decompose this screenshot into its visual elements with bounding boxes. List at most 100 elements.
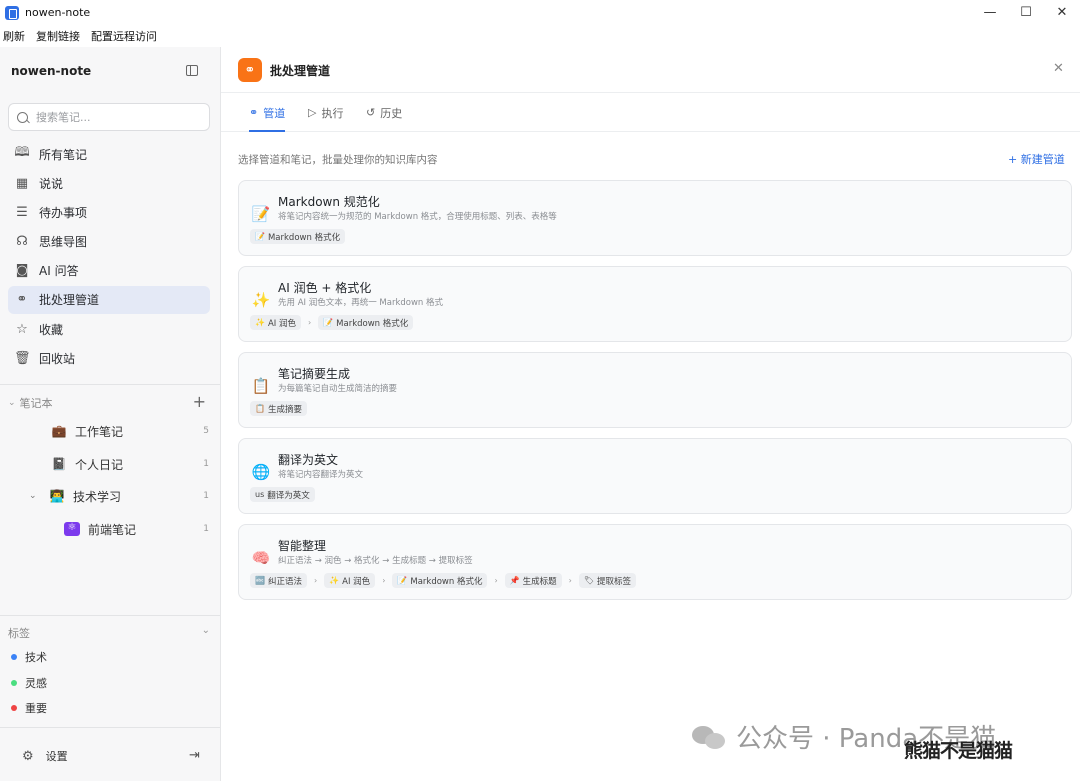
tag-label: 灵感 [25, 677, 47, 690]
tags-header-label: 标签 [8, 627, 30, 640]
settings-button[interactable]: ⚙ 设置 [22, 748, 68, 764]
tag-color-dot [11, 705, 17, 711]
sparkles-icon: ✨ [255, 318, 265, 327]
sidebar-item-label: 所有笔记 [39, 147, 88, 162]
gear-icon: ⚙ [22, 748, 34, 764]
notebooks-header[interactable]: ⌄ 笔记本 + [8, 392, 212, 412]
tags-header[interactable]: 标签 ⌄ [8, 625, 212, 641]
bot-icon: ◙ [15, 263, 29, 279]
menu-copy-link[interactable]: 复制链接 [36, 28, 80, 44]
sidebar-item-label: AI 问答 [39, 264, 79, 279]
tag-item-tech[interactable]: 技术 [11, 649, 47, 665]
pipeline-icon: ⚭ [249, 106, 259, 119]
chevron-right-icon: › [382, 576, 386, 585]
step-chip: ✨ AI 润色 [250, 315, 301, 330]
sidebar-item-favorites[interactable]: ☆ 收藏 [8, 315, 210, 343]
tab-label: 管道 [263, 106, 286, 120]
sidebar-item-all-notes[interactable]: 🕮 所有笔记 [8, 140, 210, 168]
close-icon[interactable]: ✕ [1053, 61, 1064, 76]
chevron-down-icon: ⌄ [8, 398, 16, 408]
notebook-count: 1 [203, 524, 209, 534]
title-bar: nowen-note — ☐ ✕ [0, 0, 1080, 25]
sidebar-item-mindmap[interactable]: ☊ 思维导图 [8, 228, 210, 256]
notebook-item-diary[interactable]: 📓 个人日记 1 [0, 451, 220, 477]
notebook-label: 前端笔记 [88, 522, 137, 537]
step-chip: 📋 生成摘要 [250, 401, 307, 416]
tag-item-inspiration[interactable]: 灵感 [11, 675, 47, 691]
tag-item-important[interactable]: 重要 [11, 700, 47, 716]
tag-label: 技术 [25, 651, 47, 664]
panel-header: ⚭ 批处理管道 ✕ [221, 47, 1080, 93]
step-label: AI 润色 [342, 576, 371, 587]
pipeline-card-smart-organize[interactable]: 🧠 智能整理 纠正语法 → 润色 → 格式化 → 生成标题 → 提取标签 🔤 纠正… [238, 524, 1072, 600]
minimize-button[interactable]: — [972, 0, 1008, 25]
sidebar-item-moments[interactable]: ▦ 说说 [8, 169, 210, 197]
pipeline-title: 智能整理 [278, 539, 327, 553]
tab-pipelines[interactable]: ⚭ 管道 [249, 94, 286, 132]
chevron-right-icon: › [494, 576, 498, 585]
pipeline-icon: ⚭ [238, 58, 262, 82]
tag-color-dot [11, 654, 17, 660]
sidebar-item-label: 批处理管道 [39, 293, 100, 308]
sidebar-item-label: 待办事项 [39, 205, 88, 220]
notebook-item-tech[interactable]: ⌄ 👨‍💻 技术学习 1 [0, 483, 220, 509]
notebook-item-frontend[interactable]: ⚛ 前端笔记 1 [0, 516, 220, 542]
chevron-down-icon[interactable]: ⌄ [29, 491, 37, 501]
pipeline-steps: ✨ AI 润色 › 📝 Markdown 格式化 [250, 315, 414, 330]
react-icon: ⚛ [64, 522, 80, 536]
notebook-count: 1 [203, 459, 209, 469]
logout-icon[interactable]: ⇥ [189, 748, 200, 763]
memo-icon: 📝 [323, 318, 334, 327]
maximize-button[interactable]: ☐ [1008, 0, 1044, 25]
pipeline-description: 为每篇笔记自动生成简洁的摘要 [278, 384, 398, 394]
sidebar-item-todos[interactable]: ☰ 待办事项 [8, 198, 210, 226]
pipeline-steps: 📋 生成摘要 [250, 401, 307, 416]
search-input[interactable] [36, 110, 196, 124]
play-icon: ▷ [308, 106, 317, 119]
star-icon: ☆ [16, 321, 28, 337]
trash-icon: 🗑 [14, 350, 31, 366]
pipeline-card-translate[interactable]: 🌐 翻译为英文 将笔记内容翻译为英文 us 翻译为英文 [238, 438, 1072, 514]
pipeline-card-summary[interactable]: 📋 笔记摘要生成 为每篇笔记自动生成简洁的摘要 📋 生成摘要 [238, 352, 1072, 428]
pipeline-title: 翻译为英文 [278, 453, 339, 467]
memo-icon: 📝 [397, 576, 408, 585]
window-title: nowen-note [25, 6, 91, 19]
sidebar-item-ai-qa[interactable]: ◙ AI 问答 [8, 257, 210, 285]
notebook-item-work[interactable]: 💼 工作笔记 5 [0, 418, 220, 444]
add-notebook-button[interactable]: + [193, 392, 206, 411]
step-chip: 🏷 提取标签 [578, 573, 637, 588]
chevron-down-icon: ⌄ [201, 625, 210, 636]
globe-icon: 🌐 [251, 463, 271, 481]
sidebar-item-trash[interactable]: 🗑 回收站 [8, 344, 210, 372]
notebook-label: 个人日记 [75, 457, 124, 472]
close-window-button[interactable]: ✕ [1044, 0, 1080, 25]
pipeline-card-ai-polish[interactable]: ✨ AI 润色 + 格式化 先用 AI 润色文本，再统一 Markdown 格式… [238, 266, 1072, 342]
sidebar-app-name: nowen-note [11, 64, 92, 78]
tag-color-dot [11, 680, 17, 686]
chevron-right-icon: › [313, 576, 318, 585]
tab-history[interactable]: ↺ 历史 [366, 94, 402, 131]
notebook-label: 工作笔记 [75, 424, 124, 439]
divider [0, 615, 220, 616]
tab-label: 执行 [321, 106, 344, 120]
tab-execute[interactable]: ▷ 执行 [308, 94, 343, 131]
pipeline-description: 先用 AI 润色文本，再统一 Markdown 格式 [278, 298, 444, 308]
memo-icon: 📝 [255, 232, 265, 241]
window-controls: — ☐ ✕ [972, 0, 1080, 25]
pipeline-icon: ⚭ [16, 292, 28, 308]
new-pipeline-button[interactable]: + 新建管道 [1008, 151, 1065, 167]
sidebar-item-pipeline[interactable]: ⚭ 批处理管道 [8, 285, 210, 314]
tab-bar: ⚭ 管道 ▷ 执行 ↺ 历史 [221, 94, 1080, 132]
menu-remote-access[interactable]: 配置远程访问 [91, 28, 157, 44]
pipeline-card-markdown[interactable]: 📝 Markdown 规范化 将笔记内容统一为规范的 Markdown 格式，合… [238, 180, 1072, 256]
notebook-count: 5 [203, 426, 209, 436]
step-label: Markdown 格式化 [267, 232, 341, 243]
notebook-count: 1 [203, 491, 209, 501]
menu-refresh[interactable]: 刷新 [3, 28, 25, 44]
step-label: 纠正语法 [267, 576, 302, 587]
history-icon: ↺ [366, 106, 376, 119]
search-box[interactable] [8, 103, 210, 131]
sidebar-collapse-icon[interactable] [186, 65, 198, 76]
step-label: Markdown 格式化 [410, 576, 483, 587]
calendar-icon: ▦ [15, 175, 29, 191]
